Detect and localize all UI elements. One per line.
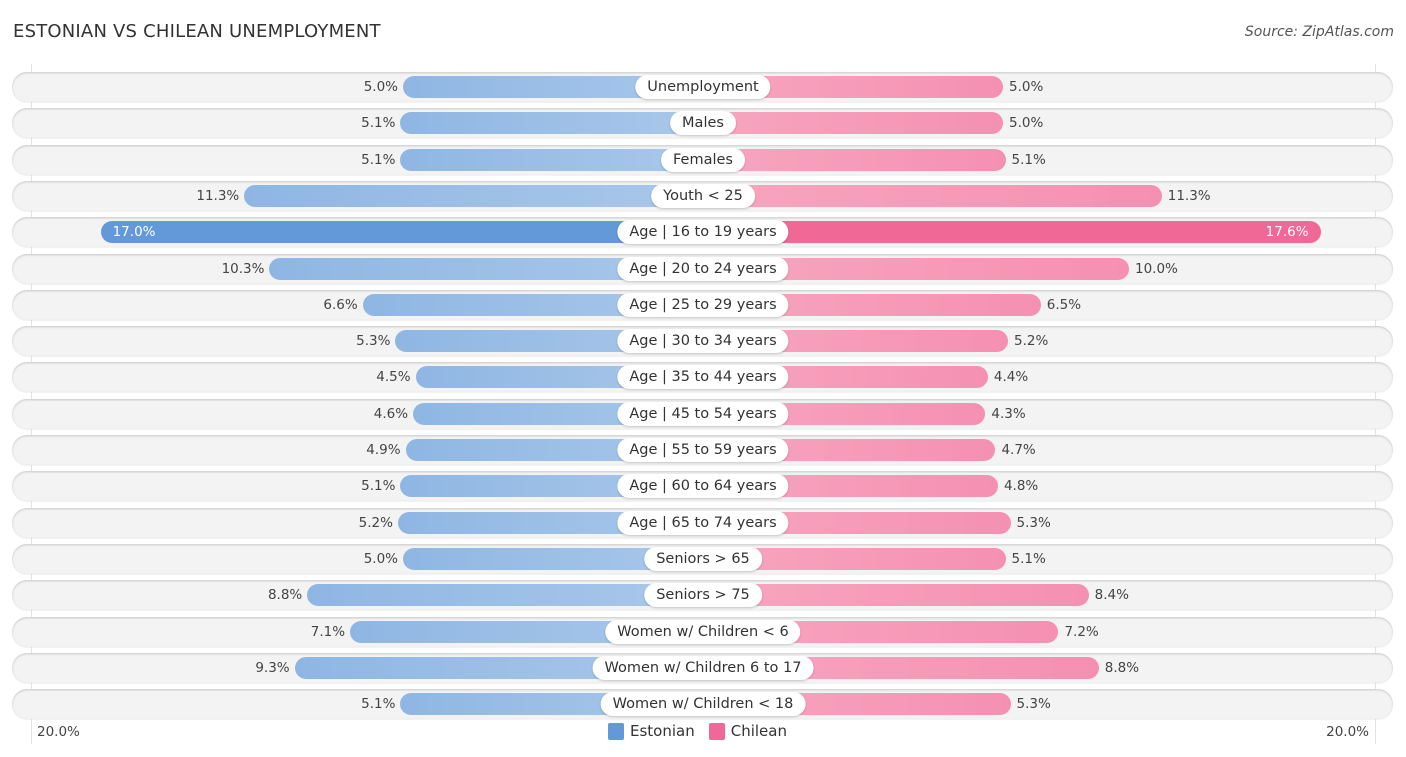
value-label-estonian: 5.1% [361,478,396,495]
value-label-estonian: 8.8% [267,587,303,604]
category-label: Age | 20 to 24 years [617,256,789,281]
legend-label-estonian: Estonian [630,722,695,740]
value-label-chilean: 6.5% [1046,296,1082,313]
legend-item-estonian[interactable]: Estonian [608,722,695,740]
value-label-estonian: 5.1% [361,115,396,132]
category-label: Women w/ Children < 18 [600,692,806,717]
value-label-estonian: 4.9% [366,442,401,458]
value-label-estonian: 5.0% [363,79,398,95]
category-label: Females [661,147,745,172]
value-label-estonian: 11.3% [196,187,240,204]
value-label-chilean: 17.6% [1265,224,1309,241]
category-label: Unemployment [635,75,771,99]
bar-estonian[interactable] [400,112,703,135]
value-label-chilean: 10.0% [1135,260,1178,277]
legend-swatch-chilean [708,722,725,740]
value-label-estonian: 4.5% [376,369,411,386]
value-label-chilean: 4.7% [1001,442,1036,458]
value-label-estonian: 9.3% [255,659,290,676]
value-label-chilean: 11.3% [1167,187,1211,204]
value-label-estonian: 5.2% [358,514,393,531]
value-label-chilean: 4.8% [1003,478,1039,495]
category-label: Seniors > 65 [644,546,762,571]
legend-label-chilean: Chilean [730,722,787,740]
value-label-estonian: 4.6% [373,405,409,422]
value-label-chilean: 5.2% [1014,333,1049,350]
value-label-chilean: 5.3% [1016,696,1051,713]
bar-chilean[interactable] [703,221,1321,244]
category-label: Males [670,111,736,136]
category-label: Age | 55 to 59 years [617,438,789,462]
value-label-estonian: 5.3% [356,333,391,350]
axis-label-left: 20.0% [37,724,80,740]
category-label: Age | 25 to 29 years [617,292,789,317]
value-label-chilean: 5.1% [1011,151,1046,168]
axis-label-right: 20.0% [1326,724,1369,740]
bar-chilean[interactable] [703,112,1003,135]
value-label-chilean: 8.8% [1104,659,1140,676]
bar-estonian[interactable] [400,148,703,171]
chart-title: ESTONIAN VS CHILEAN UNEMPLOYMENT [13,21,381,42]
bar-estonian[interactable] [244,184,703,207]
value-label-estonian: 5.0% [363,550,398,567]
value-label-estonian: 5.1% [361,696,396,713]
value-label-estonian: 7.1% [310,623,346,640]
category-label: Seniors > 75 [644,583,762,608]
bar-estonian[interactable] [100,221,703,244]
category-label: Youth < 25 [651,183,755,208]
category-label: Women w/ Children < 6 [605,619,801,644]
category-label: Age | 45 to 54 years [617,401,789,426]
category-label: Age | 35 to 44 years [617,365,789,390]
value-label-chilean: 8.4% [1094,587,1129,604]
legend-swatch-estonian [608,722,624,740]
bar-chilean[interactable] [703,184,1162,207]
value-label-chilean: 5.1% [1011,550,1046,567]
value-label-chilean: 7.2% [1064,623,1099,640]
value-label-chilean: 5.0% [1009,115,1044,132]
value-label-estonian: 6.6% [323,296,358,313]
source-label: Source: ZipAtlas.com [1244,24,1394,40]
value-label-chilean: 4.4% [993,369,1029,386]
value-label-estonian: 10.3% [221,260,265,277]
value-label-chilean: 5.0% [1009,79,1044,95]
category-label: Age | 16 to 19 years [617,220,789,245]
value-label-chilean: 4.3% [991,405,1026,422]
category-label: Age | 65 to 74 years [617,510,789,535]
legend: Estonian Chilean [608,722,787,740]
category-label: Age | 30 to 34 years [617,329,789,354]
value-label-chilean: 5.3% [1016,514,1051,531]
legend-item-chilean[interactable]: Chilean [708,722,787,740]
value-label-estonian: 17.0% [112,224,156,241]
category-label: Women w/ Children 6 to 17 [592,655,814,680]
value-label-estonian: 5.1% [361,151,396,168]
bar-chilean[interactable] [703,148,1006,171]
category-label: Age | 60 to 64 years [617,474,789,499]
